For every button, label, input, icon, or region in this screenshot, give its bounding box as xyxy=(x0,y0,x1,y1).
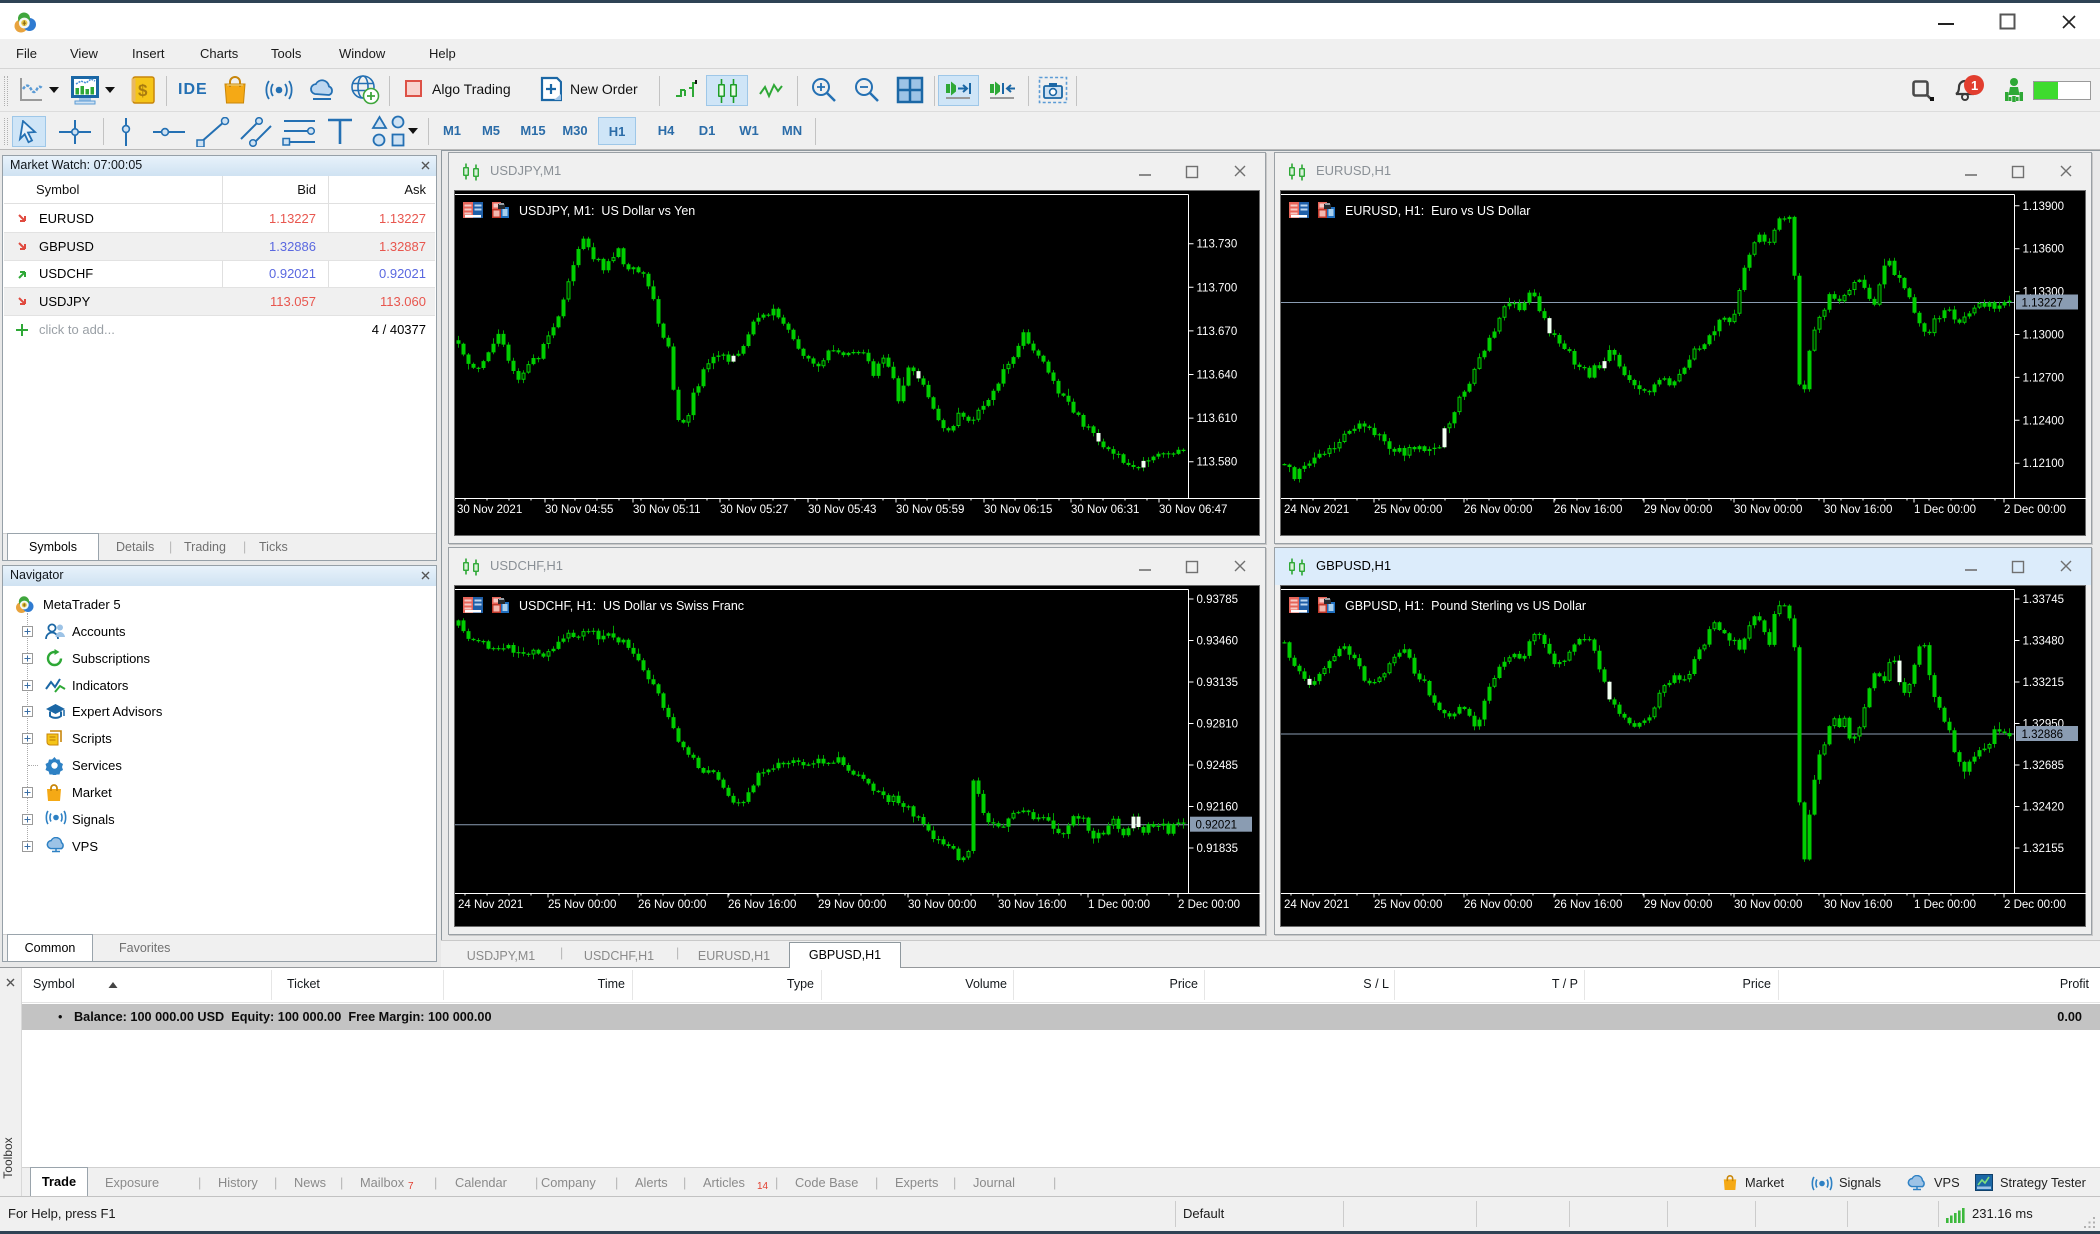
svg-text:1.32155: 1.32155 xyxy=(2023,843,2065,855)
svg-text:30 Nov 05:59: 30 Nov 05:59 xyxy=(896,504,964,516)
svg-text:1.32420: 1.32420 xyxy=(2023,802,2065,814)
svg-text:0.92810: 0.92810 xyxy=(1197,719,1239,731)
svg-text:30 Nov 00:00: 30 Nov 00:00 xyxy=(908,899,976,911)
svg-text:GBPUSD, H1: Pound Sterling vs: GBPUSD, H1: Pound Sterling vs US Dollar xyxy=(1345,599,1586,613)
svg-text:113.730: 113.730 xyxy=(1197,239,1238,251)
svg-text:113.670: 113.670 xyxy=(1197,326,1238,338)
svg-text:26 Nov 00:00: 26 Nov 00:00 xyxy=(638,899,706,911)
svg-text:30 Nov 00:00: 30 Nov 00:00 xyxy=(1734,899,1802,911)
svg-text:30 Nov 06:31: 30 Nov 06:31 xyxy=(1071,504,1139,516)
svg-text:1.12700: 1.12700 xyxy=(2023,372,2065,384)
svg-text:1 Dec 00:00: 1 Dec 00:00 xyxy=(1914,899,1976,911)
svg-text:1.12100: 1.12100 xyxy=(2023,458,2065,470)
svg-text:1.13227: 1.13227 xyxy=(2022,298,2064,310)
svg-text:$: $ xyxy=(138,81,148,100)
svg-text:1.33480: 1.33480 xyxy=(2023,636,2065,648)
svg-text:0.92485: 0.92485 xyxy=(1197,760,1239,772)
svg-text:26 Nov 00:00: 26 Nov 00:00 xyxy=(1464,899,1532,911)
svg-text:26 Nov 16:00: 26 Nov 16:00 xyxy=(728,899,796,911)
svg-text:1.12400: 1.12400 xyxy=(2023,415,2065,427)
svg-text:0.93460: 0.93460 xyxy=(1197,636,1239,648)
svg-text:0.92160: 0.92160 xyxy=(1197,802,1239,814)
svg-text:29 Nov 00:00: 29 Nov 00:00 xyxy=(818,899,886,911)
svg-text:USDJPY, M1: US Dollar vs Yen: USDJPY, M1: US Dollar vs Yen xyxy=(519,204,695,218)
svg-text:30 Nov 00:00: 30 Nov 00:00 xyxy=(1734,504,1802,516)
svg-text:USDCHF, H1: US Dollar vs Swis: USDCHF, H1: US Dollar vs Swiss Franc xyxy=(519,599,744,613)
svg-text:30 Nov 16:00: 30 Nov 16:00 xyxy=(998,899,1066,911)
svg-text:1 Dec 00:00: 1 Dec 00:00 xyxy=(1088,899,1150,911)
svg-text:0.93135: 0.93135 xyxy=(1197,677,1239,689)
svg-text:1.13900: 1.13900 xyxy=(2023,201,2065,213)
svg-text:29 Nov 00:00: 29 Nov 00:00 xyxy=(1644,899,1712,911)
svg-text:113.580: 113.580 xyxy=(1197,457,1238,469)
svg-text:1.33745: 1.33745 xyxy=(2023,594,2065,606)
svg-text:30 Nov 05:43: 30 Nov 05:43 xyxy=(808,504,876,516)
svg-text:24 Nov 2021: 24 Nov 2021 xyxy=(1284,899,1349,911)
svg-text:1.13000: 1.13000 xyxy=(2023,330,2065,342)
svg-text:0.91835: 0.91835 xyxy=(1197,843,1239,855)
svg-text:0.93785: 0.93785 xyxy=(1197,594,1239,606)
svg-text:1.13600: 1.13600 xyxy=(2023,244,2065,256)
svg-text:EURUSD, H1: Euro vs US Dollar: EURUSD, H1: Euro vs US Dollar xyxy=(1345,204,1530,218)
svg-text:113.610: 113.610 xyxy=(1197,413,1238,425)
svg-text:24 Nov 2021: 24 Nov 2021 xyxy=(1284,504,1349,516)
svg-text:29 Nov 00:00: 29 Nov 00:00 xyxy=(1644,504,1712,516)
svg-text:1.32886: 1.32886 xyxy=(2022,729,2064,741)
svg-text:2 Dec 00:00: 2 Dec 00:00 xyxy=(2004,899,2066,911)
svg-text:113.700: 113.700 xyxy=(1197,282,1238,294)
svg-text:1 Dec 00:00: 1 Dec 00:00 xyxy=(1914,504,1976,516)
svg-text:30 Nov 05:11: 30 Nov 05:11 xyxy=(633,504,701,516)
svg-text:113.640: 113.640 xyxy=(1197,370,1238,382)
svg-text:30 Nov 04:55: 30 Nov 04:55 xyxy=(545,504,613,516)
svg-text:30 Nov 06:15: 30 Nov 06:15 xyxy=(984,504,1052,516)
svg-text:26 Nov 16:00: 26 Nov 16:00 xyxy=(1554,504,1622,516)
svg-text:30 Nov 2021: 30 Nov 2021 xyxy=(457,504,522,516)
svg-text:26 Nov 00:00: 26 Nov 00:00 xyxy=(1464,504,1532,516)
svg-text:30 Nov 16:00: 30 Nov 16:00 xyxy=(1824,899,1892,911)
svg-text:24 Nov 2021: 24 Nov 2021 xyxy=(458,899,523,911)
svg-text:2 Dec 00:00: 2 Dec 00:00 xyxy=(2004,504,2066,516)
svg-text:1.33215: 1.33215 xyxy=(2023,677,2065,689)
svg-text:1.32685: 1.32685 xyxy=(2023,760,2065,772)
svg-text:0.92021: 0.92021 xyxy=(1196,820,1238,832)
svg-text:26 Nov 16:00: 26 Nov 16:00 xyxy=(1554,899,1622,911)
svg-text:1: 1 xyxy=(1971,78,1978,93)
svg-text:25 Nov 00:00: 25 Nov 00:00 xyxy=(1374,899,1442,911)
svg-text:25 Nov 00:00: 25 Nov 00:00 xyxy=(548,899,616,911)
svg-text:30 Nov 06:47: 30 Nov 06:47 xyxy=(1159,504,1227,516)
svg-text:30 Nov 05:27: 30 Nov 05:27 xyxy=(720,504,788,516)
svg-text:30 Nov 16:00: 30 Nov 16:00 xyxy=(1824,504,1892,516)
svg-text:2 Dec 00:00: 2 Dec 00:00 xyxy=(1178,899,1240,911)
svg-text:25 Nov 00:00: 25 Nov 00:00 xyxy=(1374,504,1442,516)
